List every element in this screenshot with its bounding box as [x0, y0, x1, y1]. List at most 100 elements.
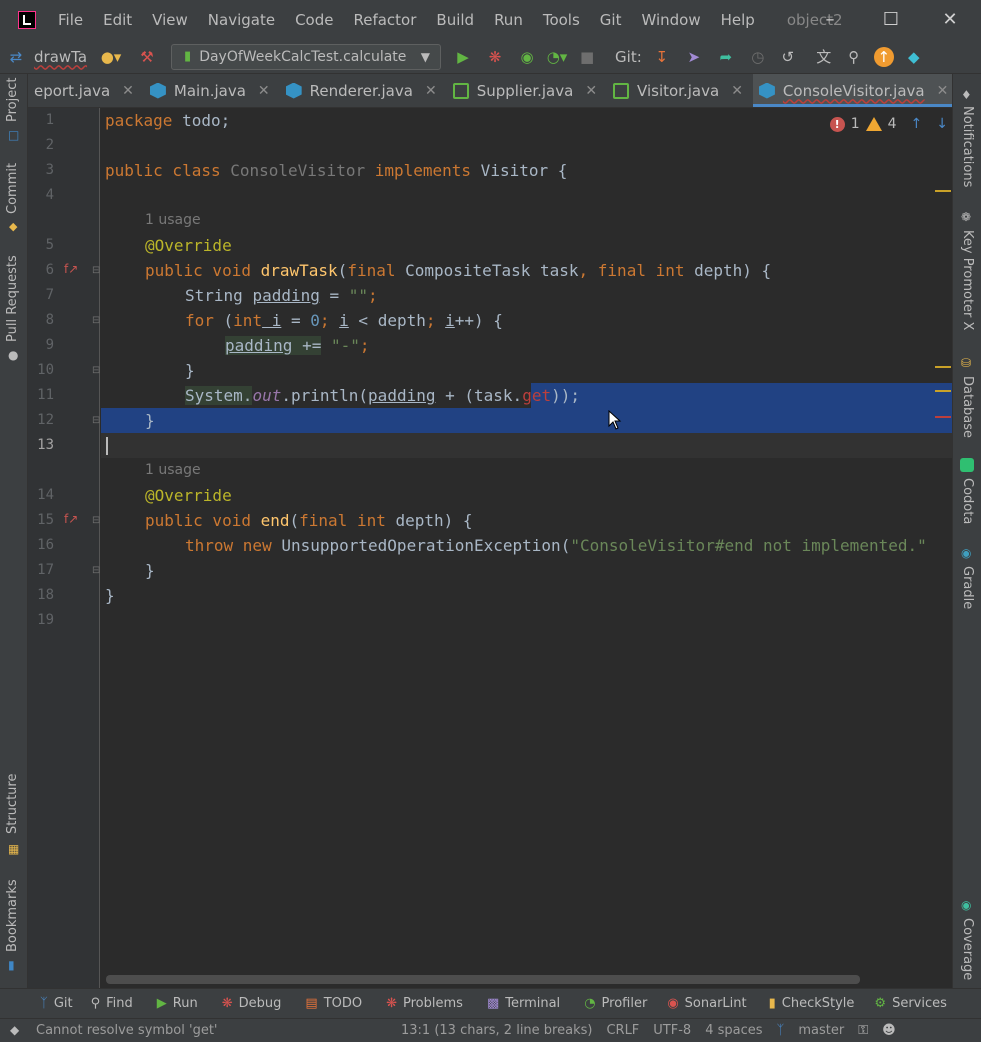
next-highlight-icon[interactable]: ↓	[936, 116, 948, 132]
close-icon[interactable]: ✕	[938, 8, 962, 32]
inspector-icon[interactable]: ☻	[882, 1023, 896, 1038]
warning-marker[interactable]	[935, 390, 951, 392]
tab-console-visitor[interactable]: ConsoleVisitor.java ✕	[752, 74, 959, 107]
tool-codota[interactable]: Codota	[960, 478, 975, 524]
menu-help[interactable]: Help	[721, 11, 755, 29]
code-with-me-icon[interactable]: ◆	[904, 47, 924, 67]
status-toggle-icon[interactable]: ◆	[10, 1023, 19, 1037]
menu-tools[interactable]: Tools	[543, 11, 580, 29]
prev-highlight-icon[interactable]: ↑	[911, 116, 923, 132]
menu-navigate[interactable]: Navigate	[208, 11, 275, 29]
tab-supplier[interactable]: Supplier.java ✕	[447, 74, 607, 107]
tool-checkstyle[interactable]: ▮ CheckStyle	[769, 996, 855, 1011]
tool-problems[interactable]: ❋ Problems	[386, 996, 463, 1011]
usage-hint[interactable]: 1 usage	[145, 208, 201, 233]
horizontal-scrollbar[interactable]	[106, 975, 860, 984]
token: (	[289, 511, 300, 530]
fold-icon[interactable]: ⊟	[92, 515, 100, 526]
close-tab-icon[interactable]: ✕	[731, 83, 743, 99]
git-commit-icon[interactable]: ➤	[684, 47, 704, 67]
run-icon[interactable]: ▶	[453, 47, 473, 67]
menu-code[interactable]: Code	[295, 11, 333, 29]
menu-window[interactable]: Window	[641, 11, 700, 29]
fold-icon[interactable]: ⊟	[92, 365, 100, 376]
breadcrumb[interactable]: drawTa	[34, 48, 87, 66]
file-encoding[interactable]: UTF-8	[653, 1023, 691, 1038]
tool-debug[interactable]: ❋ Debug	[222, 996, 282, 1011]
error-marker[interactable]	[935, 416, 951, 418]
git-branch[interactable]: master	[798, 1023, 844, 1038]
caret-position[interactable]: 13:1 (13 chars, 2 line breaks)	[401, 1023, 592, 1038]
tool-project[interactable]: Project	[5, 78, 20, 122]
fold-icon[interactable]: ⊟	[92, 315, 100, 326]
tool-label: Git	[53, 996, 73, 1011]
menu-view[interactable]: View	[152, 11, 188, 29]
git-update-icon[interactable]: ↧	[652, 47, 672, 67]
code-editor[interactable]: ! 1 4 ↑ ↓ package todo; public class Con…	[101, 108, 952, 988]
rollback-icon[interactable]: ↺	[778, 47, 798, 67]
tool-run[interactable]: ▶ Run	[157, 996, 198, 1011]
close-tab-icon[interactable]: ✕	[937, 83, 949, 99]
warning-marker[interactable]	[935, 190, 951, 192]
line-separator[interactable]: CRLF	[606, 1023, 639, 1038]
tool-commit[interactable]: Commit	[5, 163, 20, 214]
tool-todo[interactable]: ▤ TODO	[305, 996, 362, 1011]
tool-sonarlint[interactable]: ◉ SonarLint	[667, 996, 746, 1011]
debug-icon[interactable]: ❋	[485, 47, 505, 67]
git-push-icon[interactable]: ➦	[716, 47, 736, 67]
implements-method-icon[interactable]: f↗	[64, 512, 78, 526]
stop-icon[interactable]: ■	[577, 47, 597, 67]
history-icon[interactable]: ◷	[748, 47, 768, 67]
close-tab-icon[interactable]: ✕	[425, 83, 437, 99]
minimize-icon[interactable]: –	[818, 8, 842, 32]
fold-icon[interactable]: ⊟	[92, 265, 100, 276]
build-hammer-icon[interactable]: ⚒	[137, 47, 157, 67]
tool-structure[interactable]: Structure	[5, 774, 20, 834]
menu-edit[interactable]: Edit	[103, 11, 132, 29]
tool-services[interactable]: ⚙ Services	[874, 996, 946, 1011]
menu-refactor[interactable]: Refactor	[353, 11, 416, 29]
close-tab-icon[interactable]: ✕	[122, 83, 134, 99]
tool-terminal[interactable]: ▩ Terminal	[487, 996, 560, 1011]
search-icon[interactable]: ⚲	[844, 47, 864, 67]
tool-profiler[interactable]: ◔ Profiler	[584, 996, 647, 1011]
implements-method-icon[interactable]: f↗	[64, 262, 78, 276]
maximize-icon[interactable]: ☐	[879, 8, 903, 32]
indent-setting[interactable]: 4 spaces	[705, 1023, 762, 1038]
editor-gutter[interactable]: 1 2 3 4 5 6 7 8 9 10 11 12 13 14 15 16 1…	[28, 108, 100, 988]
usage-hint[interactable]: 1 usage	[145, 458, 201, 483]
tool-notifications[interactable]: Notifications	[960, 106, 975, 187]
tab-renderer[interactable]: Renderer.java ✕	[280, 74, 447, 107]
warning-marker[interactable]	[935, 366, 951, 368]
tool-bookmarks[interactable]: Bookmarks	[5, 879, 20, 952]
tab-visitor[interactable]: Visitor.java ✕	[607, 74, 753, 107]
close-tab-icon[interactable]: ✕	[258, 83, 270, 99]
tab-main[interactable]: Main.java ✕	[144, 74, 280, 107]
tab-report[interactable]: eport.java ✕	[28, 74, 144, 107]
fold-icon[interactable]: ⊟	[92, 565, 100, 576]
tool-pull-requests[interactable]: Pull Requests	[5, 255, 20, 342]
user-icon[interactable]: ●▾	[101, 47, 122, 67]
tool-git[interactable]: ᛉ Git	[40, 996, 73, 1011]
menu-file[interactable]: File	[58, 11, 83, 29]
token: ""	[348, 286, 369, 305]
coverage-icon[interactable]: ◉	[517, 47, 537, 67]
menu-build[interactable]: Build	[436, 11, 474, 29]
profiler-icon[interactable]: ◔▾	[547, 47, 568, 67]
run-configuration-select[interactable]: ▮ DayOfWeekCalcTest.calculate ▼	[171, 43, 442, 70]
fold-icon[interactable]: ⊟	[92, 415, 100, 426]
tool-coverage[interactable]: Coverage	[960, 918, 975, 980]
menu-run[interactable]: Run	[494, 11, 523, 29]
lock-icon[interactable]: ⚿	[858, 1023, 868, 1038]
update-icon[interactable]: ↑	[873, 46, 894, 67]
tool-database[interactable]: Database	[960, 376, 975, 438]
intellij-logo-icon[interactable]	[18, 11, 36, 29]
tool-find[interactable]: ⚲ Find	[91, 996, 133, 1011]
code-line-18: }	[105, 583, 115, 608]
inspection-widget[interactable]: ! 1 4 ↑ ↓	[829, 116, 948, 132]
close-tab-icon[interactable]: ✕	[585, 83, 597, 99]
translate-icon[interactable]: 文	[814, 47, 834, 67]
tool-gradle[interactable]: Gradle	[960, 566, 975, 609]
tool-key-promoter[interactable]: Key Promoter X	[960, 230, 975, 330]
menu-git[interactable]: Git	[600, 11, 622, 29]
